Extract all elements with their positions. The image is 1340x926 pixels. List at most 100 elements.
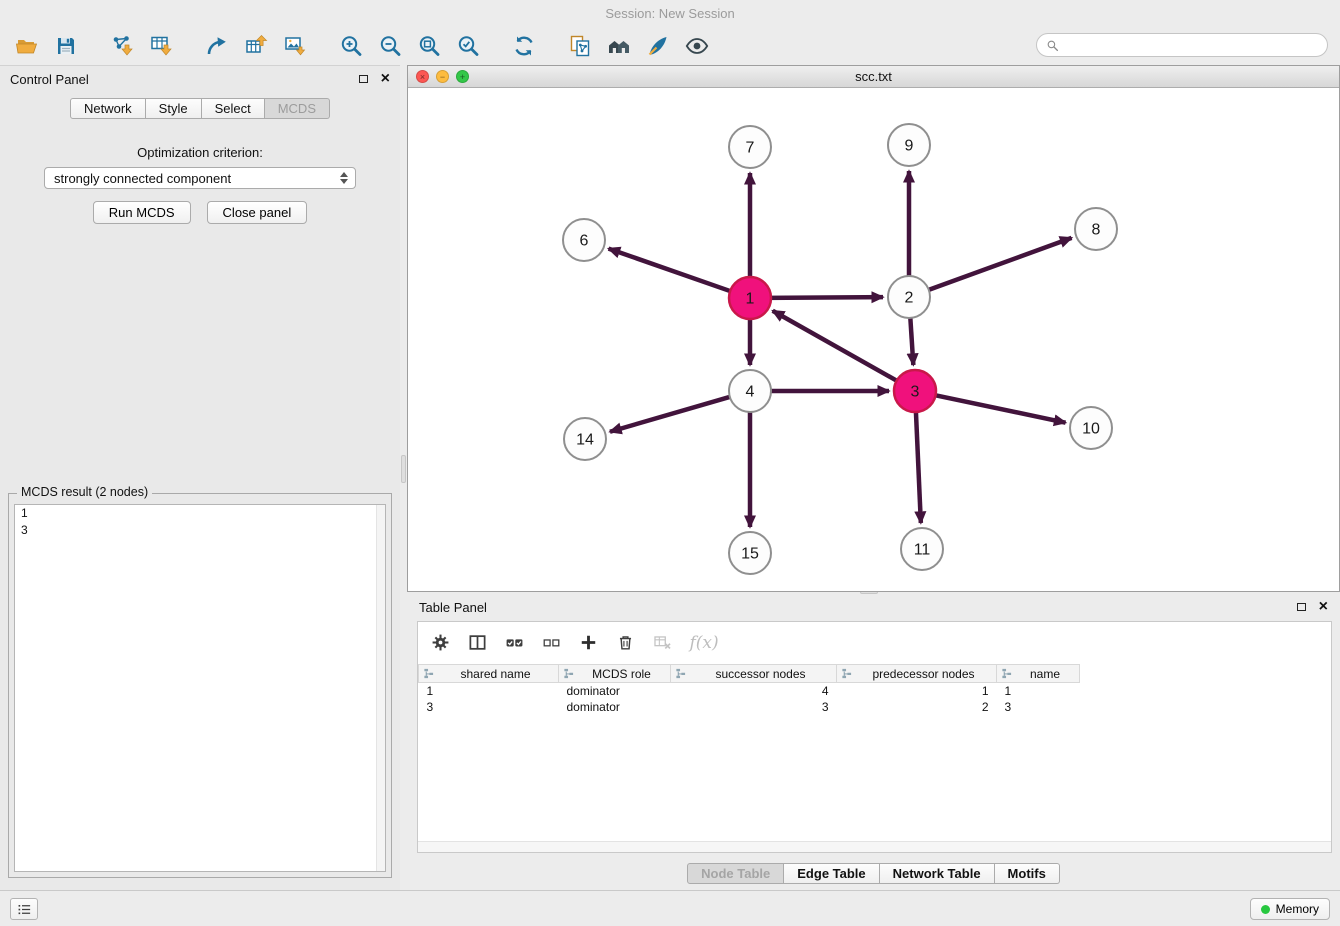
- result-scrollbar[interactable]: [376, 505, 385, 871]
- svg-text:1: 1: [746, 291, 755, 308]
- column-label: successor nodes: [715, 667, 805, 681]
- control-panel-header: Control Panel ×: [0, 66, 400, 92]
- select-all-button[interactable]: [502, 630, 526, 654]
- edge-3-10[interactable]: [933, 395, 1066, 423]
- import-network-button[interactable]: [107, 31, 137, 61]
- search-input[interactable]: [1065, 38, 1318, 52]
- node-6[interactable]: 6: [563, 219, 605, 261]
- mcds-result-line: 1: [15, 505, 385, 522]
- table-tab-network-table[interactable]: Network Table: [880, 863, 995, 884]
- column-header-successor-nodes[interactable]: successor nodes: [671, 665, 837, 683]
- edge-2-8[interactable]: [926, 238, 1072, 291]
- float-table-panel-icon[interactable]: [1297, 603, 1306, 611]
- network-canvas[interactable]: 7 9 6 8 1 2 4 3 14 10 15 11: [408, 88, 1339, 591]
- table-row[interactable]: 3dominator323: [419, 699, 1080, 715]
- save-button[interactable]: [51, 31, 81, 61]
- column-header-name[interactable]: name: [997, 665, 1080, 683]
- node-14[interactable]: 14: [564, 418, 606, 460]
- show-graphics-details-icon: [685, 34, 709, 58]
- edge-3-1[interactable]: [773, 311, 900, 382]
- export-image-button[interactable]: [280, 31, 310, 61]
- node-3[interactable]: 3: [894, 370, 936, 412]
- open-folder-button[interactable]: [12, 31, 42, 61]
- export-table-button[interactable]: [241, 31, 271, 61]
- list-icon: [17, 902, 32, 917]
- mcds-result-box: 13: [14, 504, 386, 872]
- minimize-window-icon[interactable]: −: [436, 70, 449, 83]
- tab-network[interactable]: Network: [70, 98, 146, 119]
- tab-style[interactable]: Style: [146, 98, 202, 119]
- select-none-button[interactable]: [539, 630, 563, 654]
- first-neighbors-button[interactable]: [604, 31, 634, 61]
- mcds-result-fieldset: MCDS result (2 nodes) 13: [8, 493, 392, 878]
- clone-network-button[interactable]: [565, 31, 595, 61]
- close-table-panel-icon[interactable]: ×: [1319, 599, 1328, 615]
- edge-2-3[interactable]: [910, 315, 913, 365]
- refresh-layout-button[interactable]: [509, 31, 539, 61]
- float-panel-icon[interactable]: [359, 75, 368, 83]
- svg-text:11: 11: [914, 542, 931, 559]
- table-tab-edge-table[interactable]: Edge Table: [784, 863, 879, 884]
- network-graph: 7 9 6 8 1 2 4 3 14 10 15 11: [408, 88, 1339, 591]
- memory-button[interactable]: Memory: [1250, 898, 1330, 920]
- toolbar-group: [565, 31, 712, 61]
- search-box[interactable]: [1036, 33, 1328, 57]
- mcds-result-title: MCDS result (2 nodes): [17, 485, 152, 499]
- table-panel-header: Table Panel ×: [407, 595, 1340, 619]
- node-15[interactable]: 15: [729, 532, 771, 574]
- import-table-icon: [149, 34, 173, 58]
- apply-style-button[interactable]: [643, 31, 673, 61]
- table-horizontal-scrollbar[interactable]: [418, 841, 1331, 852]
- node-table: shared nameMCDS role successor nodes prede…: [418, 664, 1080, 715]
- edge-4-14[interactable]: [610, 396, 733, 432]
- node-10[interactable]: 10: [1070, 407, 1112, 449]
- close-panel-button[interactable]: Close panel: [207, 201, 308, 224]
- column-header-predecessor-nodes[interactable]: predecessor nodes: [837, 665, 997, 683]
- network-window-titlebar[interactable]: ×−+ scc.txt: [408, 66, 1339, 88]
- export-network-button[interactable]: [202, 31, 232, 61]
- apply-style-icon: [646, 34, 670, 58]
- node-2[interactable]: 2: [888, 276, 930, 318]
- toolbar-group: [107, 31, 176, 61]
- node-7[interactable]: 7: [729, 126, 771, 168]
- node-11[interactable]: 11: [901, 528, 943, 570]
- node-1[interactable]: 1: [729, 277, 771, 319]
- table-cell: 1: [997, 683, 1080, 699]
- zoom-out-button[interactable]: [375, 31, 405, 61]
- table-row[interactable]: 1dominator411: [419, 683, 1080, 699]
- optimization-criterion-select[interactable]: strongly connected component: [44, 167, 356, 189]
- zoom-window-icon[interactable]: +: [456, 70, 469, 83]
- task-history-button[interactable]: [10, 898, 38, 920]
- table-tab-node-table[interactable]: Node Table: [687, 863, 784, 884]
- column-header-mcds-role[interactable]: MCDS role: [559, 665, 671, 683]
- table-cell: 2: [837, 699, 997, 715]
- tab-mcds[interactable]: MCDS: [265, 98, 330, 119]
- vertical-splitter-handle[interactable]: [401, 455, 406, 483]
- column-header-shared-name[interactable]: shared name: [419, 665, 559, 683]
- traffic-lights: ×−+: [416, 70, 469, 83]
- export-network-icon: [205, 34, 229, 58]
- zoom-selected-button[interactable]: [453, 31, 483, 61]
- add-button[interactable]: [576, 630, 600, 654]
- zoom-fit-button[interactable]: [414, 31, 444, 61]
- import-table-button[interactable]: [146, 31, 176, 61]
- close-panel-icon[interactable]: ×: [381, 71, 390, 87]
- run-mcds-button[interactable]: Run MCDS: [93, 201, 191, 224]
- node-8[interactable]: 8: [1075, 208, 1117, 250]
- trash-button[interactable]: [613, 630, 637, 654]
- edge-1-6[interactable]: [609, 249, 733, 292]
- show-graphics-details-button[interactable]: [682, 31, 712, 61]
- node-9[interactable]: 9: [888, 124, 930, 166]
- columns-button[interactable]: [465, 630, 489, 654]
- zoom-in-button[interactable]: [336, 31, 366, 61]
- table-tab-motifs[interactable]: Motifs: [995, 863, 1060, 884]
- gear-button[interactable]: [428, 630, 452, 654]
- edge-3-11[interactable]: [916, 409, 921, 523]
- column-type-icon: [841, 668, 852, 679]
- tab-select[interactable]: Select: [202, 98, 265, 119]
- svg-text:14: 14: [576, 432, 594, 449]
- edge-1-2[interactable]: [768, 297, 883, 298]
- close-window-icon[interactable]: ×: [416, 70, 429, 83]
- svg-text:9: 9: [905, 138, 914, 155]
- node-4[interactable]: 4: [729, 370, 771, 412]
